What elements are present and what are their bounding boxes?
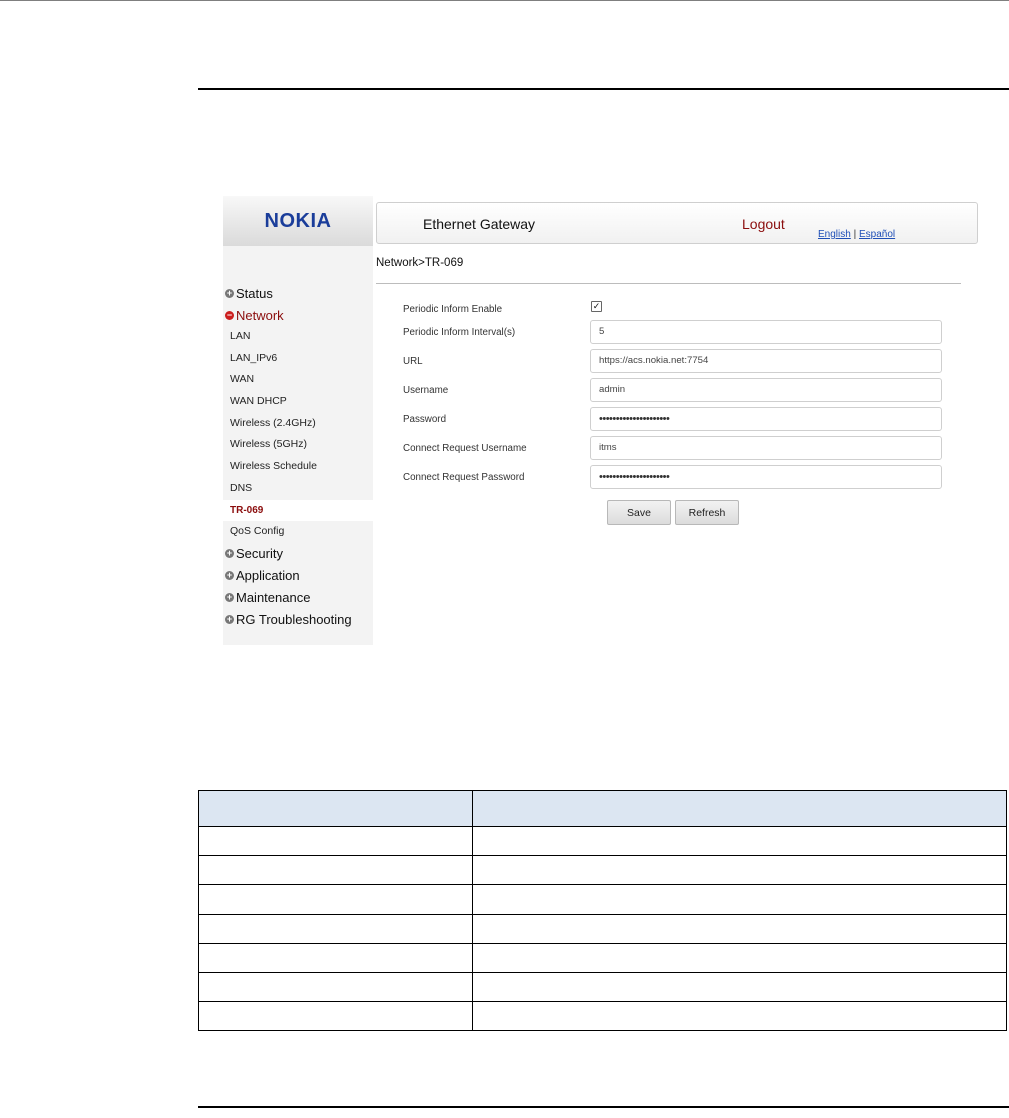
label-connect-request-username: Connect Request Username [403,443,527,454]
label-periodic-inform-enable: Periodic Inform Enable [403,304,503,315]
label-periodic-inform-interval: Periodic Inform Interval(s) [403,327,516,338]
plus-icon: + [225,570,234,581]
language-switcher: English | Español [818,229,895,240]
row-periodic-inform-interval: Periodic Inform Interval(s) 5 [403,320,943,346]
row-username: Username admin [403,378,943,404]
table-row [198,1001,1007,1032]
lang-separator: | [853,229,857,240]
nav-item-lan[interactable]: LAN [223,326,373,348]
connect-request-password-input[interactable]: ••••••••••••••••••••• [590,465,942,489]
url-input[interactable]: https://acs.nokia.net:7754 [590,349,942,373]
password-input[interactable]: ••••••••••••••••••••• [590,407,942,431]
periodic-inform-interval-input[interactable]: 5 [590,320,942,344]
table-cell [472,855,1007,886]
periodic-inform-enable-checkbox[interactable]: ✓ [591,301,602,312]
nav-rg-troubleshooting-label: RG Troubleshooting [236,612,352,628]
lang-espanol-link[interactable]: Español [859,229,895,240]
logout-link[interactable]: Logout [742,216,785,232]
table-cell [472,942,1007,973]
label-connect-request-password: Connect Request Password [403,472,525,483]
nav-security-label: Security [236,546,283,562]
row-password: Password ••••••••••••••••••••• [403,407,943,433]
breadcrumb: Network>TR-069 [376,257,464,269]
table-cell [198,942,473,973]
nav-security[interactable]: + Security [223,543,373,565]
minus-icon: − [225,309,234,320]
nokia-logo: NOKIA [264,209,332,232]
table-cell [198,1001,473,1032]
table-cell [198,913,473,944]
page-top-rule [0,0,1009,1]
table-cell [472,1001,1007,1032]
table-header-cell [472,790,1007,827]
nav-item-wan-dhcp[interactable]: WAN DHCP [223,391,373,413]
page-bottom-rule [198,1106,1009,1108]
nav-item-tr069[interactable]: TR-069 [223,499,373,522]
nav-menu: + Status − Network LAN LAN_IPv6 WAN WAN … [223,282,373,631]
plus-icon: + [225,614,234,625]
table-cell [472,884,1007,915]
table-header-row [198,790,1007,827]
table-cell [472,913,1007,944]
logo-box: NOKIA [223,196,373,246]
nav-network[interactable]: − Network [223,304,373,326]
table-header-cell [198,790,473,827]
header-title: Ethernet Gateway [423,216,536,232]
table-row [198,942,1007,973]
table-row [198,913,1007,944]
table-cell [198,971,473,1003]
header-bar: Ethernet Gateway Logout English | Españo… [376,202,978,244]
table-row [198,884,1007,915]
nav-item-wireless-schedule[interactable]: Wireless Schedule [223,456,373,478]
label-username: Username [403,385,449,396]
table-cell [472,971,1007,1003]
sidebar: NOKIA + Status − Network LAN LAN_IPv6 WA… [223,196,373,645]
row-url: URL https://acs.nokia.net:7754 [403,349,943,375]
nav-item-wan[interactable]: WAN [223,369,373,391]
plus-icon: + [225,548,234,559]
plus-icon: + [225,287,234,298]
table-cell [472,825,1007,857]
save-button[interactable]: Save [607,500,671,525]
lang-english-link[interactable]: English [818,229,851,240]
nav-status[interactable]: + Status [223,282,373,304]
row-connect-request-username: Connect Request Username itms [403,436,943,462]
parameter-table [198,790,1007,1032]
nav-item-qos-config[interactable]: QoS Config [223,521,373,543]
nav-application[interactable]: + Application [223,565,373,587]
nav-network-label: Network [236,307,284,323]
breadcrumb-divider [376,283,961,284]
nav-item-wireless-5[interactable]: Wireless (5GHz) [223,434,373,456]
table-cell [198,884,473,915]
nav-status-label: Status [236,285,273,301]
nav-rg-troubleshooting[interactable]: + RG Troubleshooting [223,609,373,631]
username-input[interactable]: admin [590,378,942,402]
nav-item-wireless-24[interactable]: Wireless (2.4GHz) [223,413,373,435]
nav-maintenance-label: Maintenance [236,590,311,606]
label-url: URL [403,356,423,367]
nav-maintenance[interactable]: + Maintenance [223,587,373,609]
table-cell [198,855,473,886]
table-row [198,855,1007,886]
table-row [198,971,1007,1003]
row-connect-request-password: Connect Request Password •••••••••••••••… [403,465,943,491]
nav-item-dns[interactable]: DNS [223,478,373,500]
nav-item-lan-ipv6[interactable]: LAN_IPv6 [223,348,373,370]
table-row [198,825,1007,857]
connect-request-username-input[interactable]: itms [590,436,942,460]
refresh-button[interactable]: Refresh [675,500,739,525]
nav-application-label: Application [236,568,300,584]
table-cell [198,825,473,857]
section-rule [198,88,1009,90]
label-password: Password [403,414,447,425]
plus-icon: + [225,592,234,603]
